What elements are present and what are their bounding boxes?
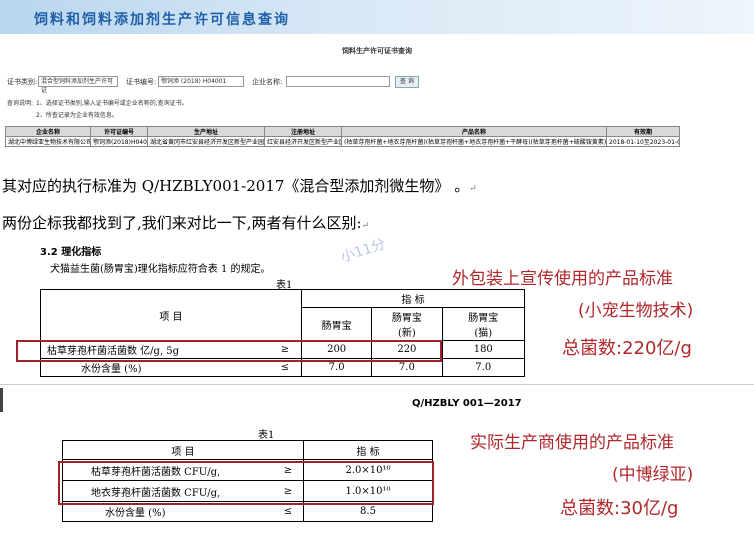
doc1-callout-company: (小宠生物技术)	[578, 301, 694, 321]
banner-title: 饲料和饲料添加剂生产许可信息查询	[34, 12, 290, 28]
doc2-callout-title: 实际生产商使用的产品标准	[470, 433, 674, 453]
doc1-intro: 犬猫益生菌(肠胃宝)理化指标应符合表 1 的规定。	[50, 264, 271, 275]
watermark: 小11分	[338, 236, 388, 266]
col-header: 有效期	[606, 126, 680, 137]
doc1-subheader: 肠胃宝 (新)	[371, 307, 443, 341]
row-value: 7.0	[441, 358, 525, 377]
doc2-col-index: 指 标	[303, 440, 433, 460]
cert-type-label: 证书类别:	[7, 78, 38, 86]
col-header: 产品名称	[341, 126, 607, 137]
query-button[interactable]: 查 询	[395, 76, 419, 88]
cell-reg-address: 红安县经济开发区新型产业园	[264, 136, 342, 147]
return-mark: ↵	[469, 184, 477, 194]
table-row[interactable]: 湖北中博绿亚生物技术有限公司 鄂饲添(2018)H04001 湖北省黄冈市红安县…	[5, 136, 680, 147]
doc1-table: 项 目 指 标 肠胃宝 肠胃宝 (新) 肠胃宝 (猫) 枯草芽孢杆菌活菌数 亿/…	[40, 289, 525, 377]
col-header: 许可证编号	[90, 126, 148, 137]
doc1-callout-total: 总菌数:220亿/g	[562, 338, 692, 359]
text-line-1: 其对应的执行标准为 Q/HZBLY001-2017《混合型添加剂微生物》 。↵	[2, 175, 477, 196]
cell-products: (枯草芽孢杆菌+地衣芽孢杆菌)(枯草芽孢杆菌+地衣芽孢杆菌+干酵母)(枯草芽孢杆…	[341, 136, 607, 147]
divider	[0, 384, 754, 385]
doc2-code: Q/HZBLY 001—2017	[412, 398, 522, 409]
return-mark: ↵	[361, 221, 370, 231]
doc2-callout-company: (中博绿亚)	[612, 465, 694, 485]
cell-prod-address: 湖北省黄冈市红安县经济开发区新型产业园瓦金大道	[147, 136, 265, 147]
doc1-subheader: 肠胃宝	[300, 307, 373, 341]
row-value: 180	[441, 340, 525, 359]
edge-mark	[0, 388, 3, 412]
highlight-box	[58, 461, 434, 505]
text-line-2-content: 两份企标我都找到了,我们来对比一下,两者有什么区别:	[2, 214, 362, 232]
company-input[interactable]	[286, 76, 390, 87]
doc1-callout-title: 外包装上宣传使用的产品标准	[452, 269, 673, 289]
cert-no-input[interactable]: 鄂饲添 (2018) H04001	[158, 76, 244, 87]
text-line-2: 两份企标我都找到了,我们来对比一下,两者有什么区别:↵	[2, 212, 369, 233]
cert-no-label: 证书编号:	[126, 78, 157, 86]
cell-validity: 2018-01-10至2023-01-09	[606, 136, 680, 147]
col-header: 注册地址	[264, 126, 342, 137]
query-screenshot: 饲料和饲料添加剂生产许可信息查询 饲料生产许可证书查询 证书类别: 混合型饲料添…	[0, 0, 754, 150]
highlight-box	[16, 340, 442, 362]
hint-line-1: 1、选择证书类别,输入证书编号或企业名称的,查询证书。	[36, 100, 188, 107]
cell-company: 湖北中博绿亚生物技术有限公司	[5, 136, 91, 147]
text-line-1-content: 其对应的执行标准为 Q/HZBLY001-2017《混合型添加剂微生物》 。	[2, 177, 470, 195]
doc1-subheader: 肠胃宝 (猫)	[441, 307, 525, 341]
doc1-section: 3.2 理化指标	[40, 247, 102, 258]
cell-license: 鄂饲添(2018)H04001	[90, 136, 148, 147]
hint-title: 查询说明:	[7, 100, 34, 107]
doc1-col-item: 项 目	[40, 289, 302, 341]
cert-type-select[interactable]: 混合型饲料添加剂生产许可证	[38, 76, 118, 94]
result-table: 企业名称 许可证编号 生产地址 注册地址 产品名称 有效期 湖北中博绿亚生物技术…	[5, 126, 680, 147]
hint-line-2: 2、所查记录为企业有效信息。	[36, 112, 118, 119]
page-heading: 饲料生产许可证书查询	[342, 47, 412, 55]
doc2-table-caption: 表1	[258, 430, 275, 441]
doc2-col-item: 项 目	[62, 440, 304, 460]
doc1-col-index: 指 标	[301, 289, 525, 308]
company-label: 企业名称:	[252, 78, 283, 86]
doc2-callout-total: 总菌数:30亿/g	[560, 498, 679, 519]
site-banner: 饲料和饲料添加剂生产许可信息查询	[0, 0, 754, 34]
col-header: 生产地址	[147, 126, 265, 137]
col-header: 企业名称	[5, 126, 91, 137]
